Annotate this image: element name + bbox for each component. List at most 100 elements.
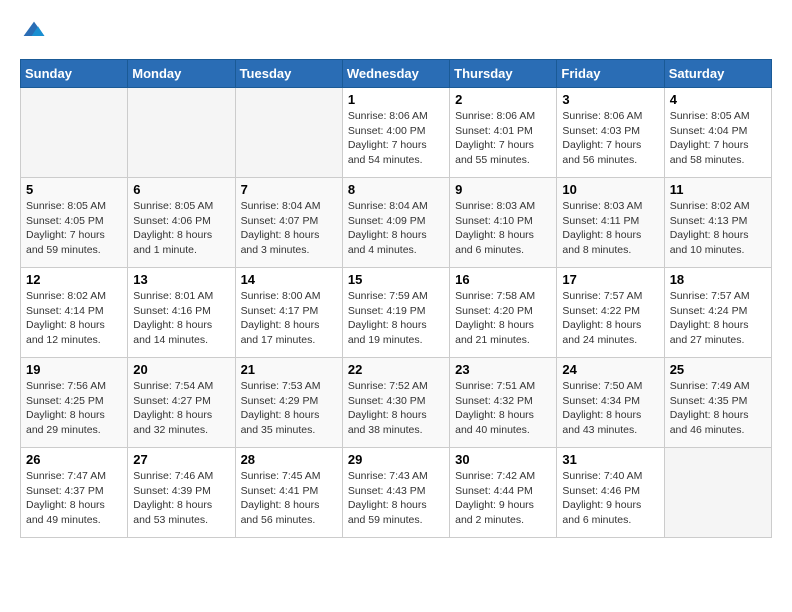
calendar-cell: 22 Sunrise: 7:52 AM Sunset: 4:30 PM Dayli… [342, 358, 449, 448]
calendar-cell: 12 Sunrise: 8:02 AM Sunset: 4:14 PM Dayli… [21, 268, 128, 358]
calendar-cell: 14 Sunrise: 8:00 AM Sunset: 4:17 PM Dayli… [235, 268, 342, 358]
calendar-cell: 2 Sunrise: 8:06 AM Sunset: 4:01 PM Daylig… [450, 88, 557, 178]
day-info: Sunrise: 8:06 AM Sunset: 4:01 PM Dayligh… [455, 109, 551, 168]
calendar-cell: 16 Sunrise: 7:58 AM Sunset: 4:20 PM Dayli… [450, 268, 557, 358]
day-number: 9 [455, 182, 551, 197]
calendar-cell: 25Sunrise: 7:49 AM Sunset: 4:35 PM Dayli… [664, 358, 771, 448]
day-number: 26 [26, 452, 122, 467]
calendar-cell: 26 Sunrise: 7:47 AM Sunset: 4:37 PM Dayli… [21, 448, 128, 538]
day-info: Sunrise: 8:00 AM Sunset: 4:17 PM Dayligh… [241, 289, 337, 348]
day-info: Sunrise: 8:06 AM Sunset: 4:03 PM Dayligh… [562, 109, 658, 168]
day-info: Sunrise: 7:58 AM Sunset: 4:20 PM Dayligh… [455, 289, 551, 348]
calendar-cell: 8 Sunrise: 8:04 AM Sunset: 4:09 PM Daylig… [342, 178, 449, 268]
calendar-cell: 13 Sunrise: 8:01 AM Sunset: 4:16 PM Dayli… [128, 268, 235, 358]
day-number: 31 [562, 452, 658, 467]
calendar-cell: 10 Sunrise: 8:03 AM Sunset: 4:11 PM Dayli… [557, 178, 664, 268]
calendar-cell: 21 Sunrise: 7:53 AM Sunset: 4:29 PM Dayli… [235, 358, 342, 448]
calendar-cell: 7 Sunrise: 8:04 AM Sunset: 4:07 PM Daylig… [235, 178, 342, 268]
day-info: Sunrise: 8:03 AM Sunset: 4:10 PM Dayligh… [455, 199, 551, 258]
calendar-cell [664, 448, 771, 538]
calendar-cell: 4Sunrise: 8:05 AM Sunset: 4:04 PM Daylig… [664, 88, 771, 178]
calendar-cell: 28 Sunrise: 7:45 AM Sunset: 4:41 PM Dayli… [235, 448, 342, 538]
day-number: 2 [455, 92, 551, 107]
calendar-cell: 11 Sunrise: 8:02 AM Sunset: 4:13 PM Dayli… [664, 178, 771, 268]
day-info: Sunrise: 7:54 AM Sunset: 4:27 PM Dayligh… [133, 379, 229, 438]
day-info: Sunrise: 8:04 AM Sunset: 4:09 PM Dayligh… [348, 199, 444, 258]
day-number: 16 [455, 272, 551, 287]
calendar-cell: 6 Sunrise: 8:05 AM Sunset: 4:06 PM Daylig… [128, 178, 235, 268]
calendar-cell: 9 Sunrise: 8:03 AM Sunset: 4:10 PM Daylig… [450, 178, 557, 268]
day-header-sunday: Sunday [21, 60, 128, 88]
day-number: 14 [241, 272, 337, 287]
day-number: 6 [133, 182, 229, 197]
calendar-cell: 17 Sunrise: 7:57 AM Sunset: 4:22 PM Dayli… [557, 268, 664, 358]
day-number: 5 [26, 182, 122, 197]
day-number: 8 [348, 182, 444, 197]
day-number: 30 [455, 452, 551, 467]
day-number: 27 [133, 452, 229, 467]
day-number: 11 [670, 182, 766, 197]
day-number: 3 [562, 92, 658, 107]
day-info: Sunrise: 8:05 AM Sunset: 4:06 PM Dayligh… [133, 199, 229, 258]
day-info: Sunrise: 8:02 AM Sunset: 4:14 PM Dayligh… [26, 289, 122, 348]
day-header-monday: Monday [128, 60, 235, 88]
calendar-cell: 19 Sunrise: 7:56 AM Sunset: 4:25 PM Dayli… [21, 358, 128, 448]
day-info: Sunrise: 7:45 AM Sunset: 4:41 PM Dayligh… [241, 469, 337, 528]
day-number: 21 [241, 362, 337, 377]
day-number: 12 [26, 272, 122, 287]
day-number: 25 [670, 362, 766, 377]
day-number: 1 [348, 92, 444, 107]
day-info: Sunrise: 8:04 AM Sunset: 4:07 PM Dayligh… [241, 199, 337, 258]
day-info: Sunrise: 8:02 AM Sunset: 4:13 PM Dayligh… [670, 199, 766, 258]
calendar-cell: 5 Sunrise: 8:05 AM Sunset: 4:05 PM Daylig… [21, 178, 128, 268]
day-info: Sunrise: 7:52 AM Sunset: 4:30 PM Dayligh… [348, 379, 444, 438]
calendar-cell: 27 Sunrise: 7:46 AM Sunset: 4:39 PM Dayli… [128, 448, 235, 538]
calendar-cell: 29 Sunrise: 7:43 AM Sunset: 4:43 PM Dayli… [342, 448, 449, 538]
day-number: 20 [133, 362, 229, 377]
calendar-cell: 20 Sunrise: 7:54 AM Sunset: 4:27 PM Dayli… [128, 358, 235, 448]
calendar-cell: 15 Sunrise: 7:59 AM Sunset: 4:19 PM Dayli… [342, 268, 449, 358]
day-header-saturday: Saturday [664, 60, 771, 88]
calendar-cell [235, 88, 342, 178]
calendar-cell [128, 88, 235, 178]
day-info: Sunrise: 7:47 AM Sunset: 4:37 PM Dayligh… [26, 469, 122, 528]
day-number: 19 [26, 362, 122, 377]
logo [20, 20, 46, 49]
day-header-friday: Friday [557, 60, 664, 88]
calendar-table: SundayMondayTuesdayWednesdayThursdayFrid… [20, 59, 772, 538]
calendar-cell [21, 88, 128, 178]
calendar-cell: 23 Sunrise: 7:51 AM Sunset: 4:32 PM Dayli… [450, 358, 557, 448]
day-number: 17 [562, 272, 658, 287]
day-info: Sunrise: 8:01 AM Sunset: 4:16 PM Dayligh… [133, 289, 229, 348]
day-number: 28 [241, 452, 337, 467]
calendar-cell: 31 Sunrise: 7:40 AM Sunset: 4:46 PM Dayli… [557, 448, 664, 538]
day-number: 10 [562, 182, 658, 197]
day-info: Sunrise: 7:43 AM Sunset: 4:43 PM Dayligh… [348, 469, 444, 528]
day-info: Sunrise: 7:42 AM Sunset: 4:44 PM Dayligh… [455, 469, 551, 528]
day-number: 29 [348, 452, 444, 467]
day-info: Sunrise: 7:50 AM Sunset: 4:34 PM Dayligh… [562, 379, 658, 438]
day-number: 24 [562, 362, 658, 377]
day-info: Sunrise: 7:53 AM Sunset: 4:29 PM Dayligh… [241, 379, 337, 438]
day-header-wednesday: Wednesday [342, 60, 449, 88]
day-header-tuesday: Tuesday [235, 60, 342, 88]
day-info: Sunrise: 8:03 AM Sunset: 4:11 PM Dayligh… [562, 199, 658, 258]
day-number: 15 [348, 272, 444, 287]
day-info: Sunrise: 7:46 AM Sunset: 4:39 PM Dayligh… [133, 469, 229, 528]
day-number: 7 [241, 182, 337, 197]
day-info: Sunrise: 8:05 AM Sunset: 4:05 PM Dayligh… [26, 199, 122, 258]
day-number: 13 [133, 272, 229, 287]
calendar-cell: 30 Sunrise: 7:42 AM Sunset: 4:44 PM Dayli… [450, 448, 557, 538]
day-info: Sunrise: 7:51 AM Sunset: 4:32 PM Dayligh… [455, 379, 551, 438]
day-info: Sunrise: 8:06 AM Sunset: 4:00 PM Dayligh… [348, 109, 444, 168]
day-info: Sunrise: 7:57 AM Sunset: 4:24 PM Dayligh… [670, 289, 766, 348]
calendar-cell: 3 Sunrise: 8:06 AM Sunset: 4:03 PM Daylig… [557, 88, 664, 178]
day-info: Sunrise: 7:40 AM Sunset: 4:46 PM Dayligh… [562, 469, 658, 528]
day-info: Sunrise: 7:57 AM Sunset: 4:22 PM Dayligh… [562, 289, 658, 348]
day-number: 22 [348, 362, 444, 377]
day-number: 23 [455, 362, 551, 377]
day-info: Sunrise: 7:59 AM Sunset: 4:19 PM Dayligh… [348, 289, 444, 348]
day-info: Sunrise: 7:56 AM Sunset: 4:25 PM Dayligh… [26, 379, 122, 438]
day-number: 18 [670, 272, 766, 287]
day-header-thursday: Thursday [450, 60, 557, 88]
